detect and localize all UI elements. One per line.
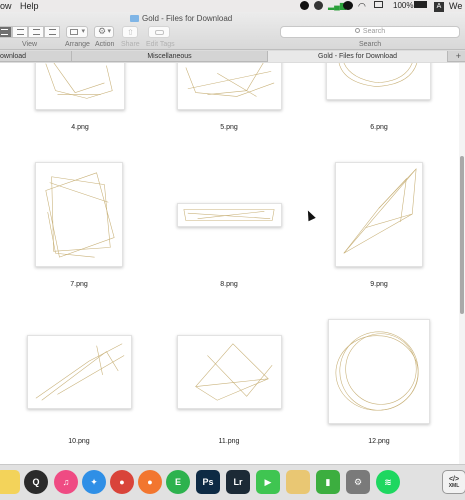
gallery-view-button[interactable] [44, 26, 60, 38]
file-name-7[interactable]: 7.png [29, 280, 129, 289]
firefox-icon: ● [147, 477, 153, 487]
folder-icon [130, 15, 139, 22]
tab-miscellaneous[interactable]: Miscellaneous [72, 51, 268, 62]
file-thumbnail-8[interactable] [177, 203, 282, 227]
spotify-icon: ≋ [384, 476, 392, 487]
scrollbar-thumb[interactable] [460, 156, 464, 314]
file-thumbnail-6[interactable] [326, 63, 431, 100]
battery-icon[interactable] [414, 1, 427, 11]
chevron-down-icon: ▾ [81, 28, 85, 35]
airplay-icon[interactable] [374, 1, 383, 11]
file-name-4[interactable]: 4.png [30, 123, 130, 132]
share-button[interactable]: ⇧ [122, 26, 138, 38]
window-title-text: Gold - Files for Download [142, 14, 233, 23]
xml-icon: </> [448, 475, 460, 483]
file-thumbnail-12[interactable] [328, 319, 430, 424]
creative-cloud-icon[interactable] [343, 1, 353, 11]
gear-icon: ⚙ [353, 476, 363, 487]
photoshop-icon: Ps [202, 477, 214, 487]
search-placeholder: Search [362, 28, 386, 35]
search-input[interactable]: Search [280, 26, 460, 38]
column-view-button[interactable] [28, 26, 44, 38]
action-label: Action [95, 41, 115, 48]
numbers-app[interactable]: ▮ [316, 470, 340, 494]
menu-help[interactable]: Help [20, 0, 39, 12]
edit-tags-label: Edit Tags [146, 41, 175, 48]
file-thumbnail-4[interactable] [35, 63, 125, 110]
arrange-button[interactable]: ▾ [66, 26, 88, 38]
lightroom-app[interactable]: Lr [226, 470, 250, 494]
edit-tags-button[interactable] [148, 26, 170, 38]
script-app[interactable] [286, 470, 310, 494]
quicktime-icon: Q [32, 477, 40, 487]
xml-editor-app[interactable]: </> XML [442, 470, 465, 494]
tag-icon [155, 30, 164, 35]
arrange-grid-icon [70, 29, 78, 35]
file-name-6[interactable]: 6.png [329, 123, 429, 132]
battery-percent[interactable]: 100% [393, 1, 413, 11]
file-thumbnail-7[interactable] [35, 162, 123, 267]
chrome-icon: ● [119, 477, 125, 487]
list-view-button[interactable] [12, 26, 28, 38]
evernote-app[interactable]: E [166, 470, 190, 494]
chrome-app[interactable]: ● [110, 470, 134, 494]
input-source-icon[interactable]: A [434, 1, 444, 12]
file-name-8[interactable]: 8.png [179, 280, 279, 289]
share-icon: ⇧ [127, 28, 134, 37]
record-icon[interactable] [300, 1, 309, 11]
action-button[interactable]: ⚙ ▾ [94, 26, 114, 38]
music-icon: ♫ [62, 477, 70, 487]
add-tab-button[interactable]: + [456, 51, 461, 62]
camera-icon: ▶ [264, 476, 272, 487]
menu-bar: ow Help ▂▄▆ ◠ 100% A We [0, 0, 465, 12]
spotify-app[interactable]: ≋ [376, 470, 400, 494]
wifi-icon[interactable]: ◠ [358, 1, 366, 11]
arrange-label: Arrange [65, 41, 90, 48]
search-icon [354, 28, 360, 33]
view-label: View [22, 41, 38, 48]
file-thumbnail-10[interactable] [27, 335, 132, 409]
safari-app[interactable]: ✦ [82, 470, 106, 494]
xml-caption: XML [448, 482, 460, 489]
dock: Q ♫ ✦ ● ● E Ps Lr ▶ ▮ ⚙ ≋ </> XML [0, 464, 465, 500]
vertical-scrollbar[interactable] [459, 63, 465, 464]
tab-download[interactable]: ownload [0, 51, 72, 62]
firefox-app[interactable]: ● [138, 470, 162, 494]
file-grid: 4.png 5.png 6.png 7.png 8.png 9.png 10.p… [0, 63, 465, 464]
evernote-icon: E [174, 477, 181, 487]
file-thumbnail-5[interactable] [177, 63, 282, 110]
icon-view-button[interactable] [0, 26, 12, 38]
menu-window-clipped[interactable]: ow [0, 0, 12, 12]
evernote-status-icon[interactable] [314, 1, 323, 11]
quicktime-app[interactable]: Q [24, 470, 48, 494]
finder-toolbar: Gold - Files for Download View ▾ Arrange… [0, 12, 465, 50]
file-name-12[interactable]: 12.png [329, 437, 429, 446]
compass-icon: ✦ [90, 476, 98, 487]
share-label: Share [121, 41, 140, 48]
photoshop-app[interactable]: Ps [196, 470, 220, 494]
search-label: Search [359, 41, 382, 48]
itunes-app[interactable]: ♫ [54, 470, 78, 494]
file-name-5[interactable]: 5.png [179, 123, 279, 132]
file-name-11[interactable]: 11.png [179, 437, 279, 446]
chevron-down-icon: ▾ [107, 28, 111, 35]
tab-gold-files[interactable]: Gold - Files for Download [268, 51, 448, 62]
facetime-app[interactable]: ▶ [256, 470, 280, 494]
gear-icon: ⚙ [98, 26, 107, 36]
tab-bar: ownload Miscellaneous Gold - Files for D… [0, 51, 465, 62]
file-thumbnail-11[interactable] [177, 335, 282, 409]
bar-chart-icon: ▮ [325, 476, 331, 487]
window-title: Gold - Files for Download [130, 14, 232, 24]
preferences-app[interactable]: ⚙ [346, 470, 370, 494]
notes-app[interactable] [0, 470, 20, 494]
file-name-10[interactable]: 10.png [29, 437, 129, 446]
menu-right-clipped[interactable]: We [449, 0, 462, 11]
file-thumbnail-9[interactable] [335, 162, 423, 267]
lightroom-icon: Lr [233, 477, 243, 487]
file-name-9[interactable]: 9.png [329, 280, 429, 289]
